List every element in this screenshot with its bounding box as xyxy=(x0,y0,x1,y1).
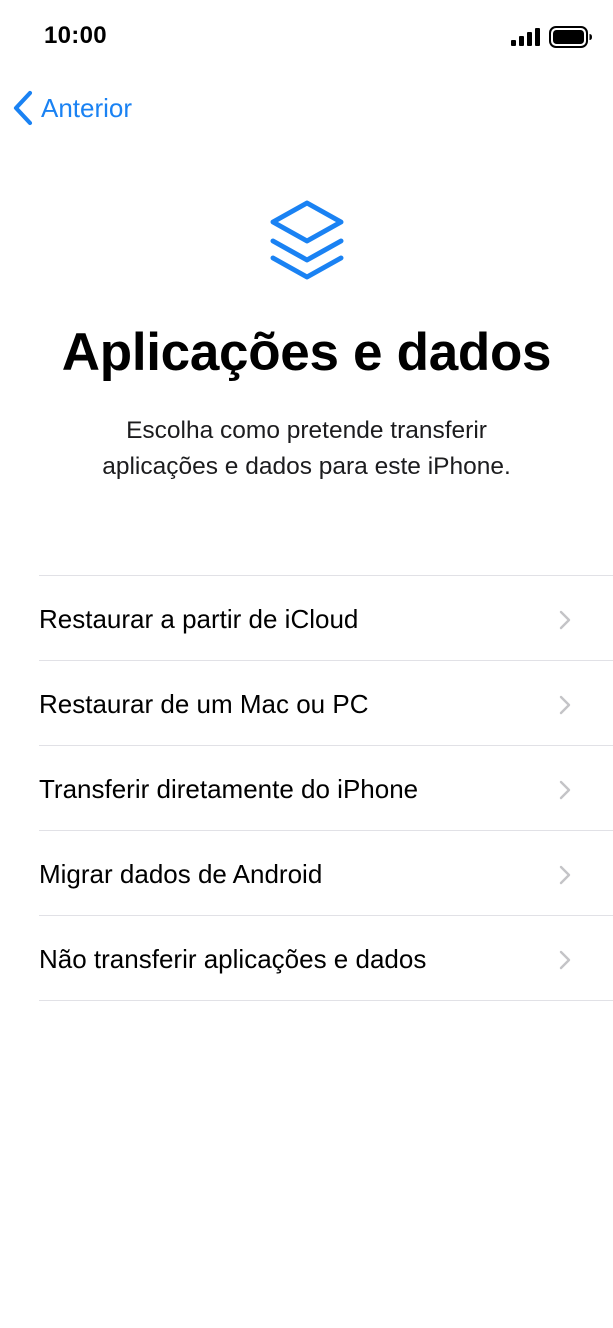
back-button[interactable]: Anterior xyxy=(12,88,132,128)
option-label: Transferir diretamente do iPhone xyxy=(39,774,419,804)
transfer-options-list: Restaurar a partir de iCloud Restaurar d… xyxy=(39,575,613,1001)
page-title: Aplicações e dados xyxy=(61,323,552,382)
option-label: Restaurar a partir de iCloud xyxy=(39,604,359,634)
option-restore-icloud[interactable]: Restaurar a partir de iCloud xyxy=(39,576,613,661)
battery-full-icon xyxy=(549,26,592,48)
option-restore-mac-pc[interactable]: Restaurar de um Mac ou PC xyxy=(39,661,613,746)
layers-icon xyxy=(270,200,344,280)
subtitle-line-1: Escolha como pretende transferir xyxy=(126,417,487,444)
option-label: Migrar dados de Android xyxy=(39,859,323,889)
status-time: 10:00 xyxy=(44,22,107,49)
chevron-right-icon xyxy=(559,780,571,800)
status-bar: 10:00 xyxy=(0,0,613,76)
chevron-right-icon xyxy=(559,695,571,715)
subtitle-line-2: aplicações e dados para este iPhone. xyxy=(102,453,511,480)
back-label: Anterior xyxy=(41,92,133,123)
chevron-right-icon xyxy=(559,950,571,970)
option-label: Restaurar de um Mac ou PC xyxy=(39,689,369,719)
option-dont-transfer[interactable]: Não transferir aplicações e dados xyxy=(39,916,613,1001)
option-migrate-android[interactable]: Migrar dados de Android xyxy=(39,831,613,916)
option-transfer-from-iphone[interactable]: Transferir diretamente do iPhone xyxy=(39,746,613,831)
page-subtitle: Escolha como pretende transferir aplicaç… xyxy=(56,413,557,485)
option-label: Não transferir aplicações e dados xyxy=(39,944,427,974)
cellular-signal-icon xyxy=(511,28,540,46)
chevron-right-icon xyxy=(559,610,571,630)
chevron-right-icon xyxy=(559,865,571,885)
chevron-left-icon xyxy=(13,90,33,126)
